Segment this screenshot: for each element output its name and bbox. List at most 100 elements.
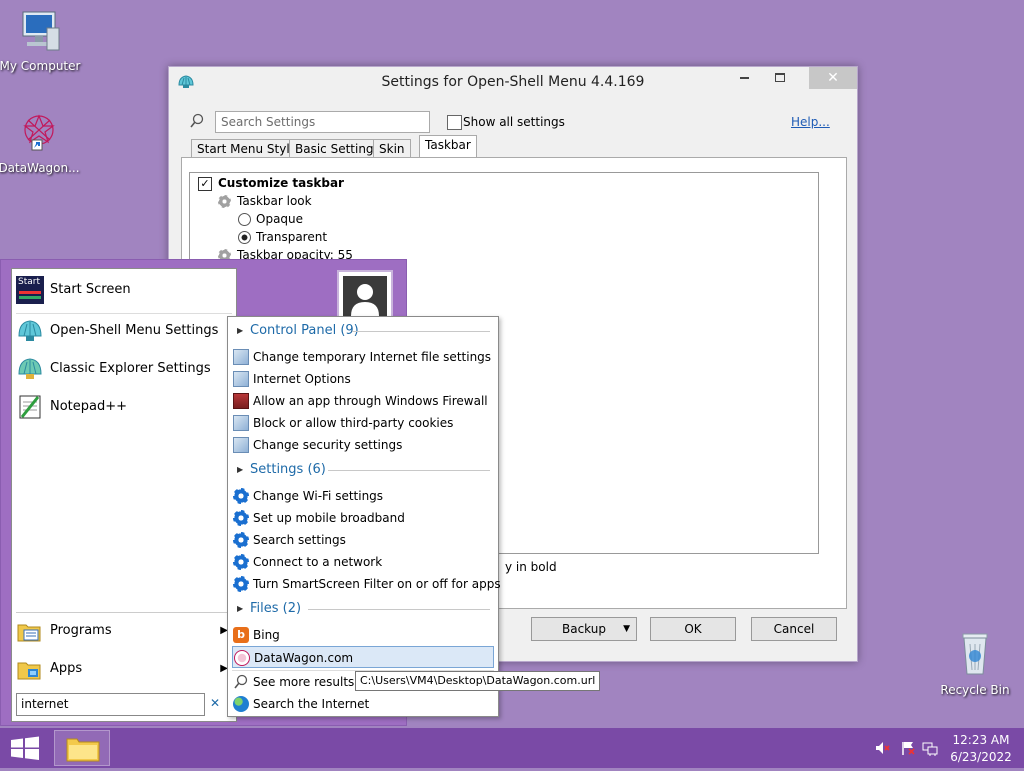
- classic-explorer-icon: [18, 358, 42, 379]
- expand-arrow-icon: ▶: [237, 465, 244, 474]
- start-menu-item-label: Programs: [50, 623, 112, 638]
- clock-time[interactable]: 12:23 AM: [944, 733, 1018, 747]
- result-item[interactable]: Connect to a network: [232, 551, 494, 573]
- start-menu-item-label: Open-Shell Menu Settings: [50, 323, 219, 338]
- files-group-header[interactable]: ▶ Files (2): [232, 598, 494, 620]
- window-title-bar[interactable]: Settings for Open-Shell Menu 4.4.169 ✕: [169, 67, 857, 97]
- gear-icon: [233, 510, 249, 526]
- programs-item[interactable]: Programs ▶: [16, 614, 232, 648]
- result-label: Change security settings: [253, 438, 403, 452]
- settings-group-header[interactable]: ▶ Settings (6): [232, 459, 494, 481]
- minimize-button[interactable]: [729, 67, 759, 89]
- result-label: Change Wi-Fi settings: [253, 489, 384, 503]
- start-tile-text: Start: [18, 277, 40, 287]
- search-settings-input[interactable]: Search Settings: [215, 111, 430, 133]
- result-label: Search the Internet: [253, 697, 370, 711]
- result-label: Set up mobile broadband: [253, 511, 405, 525]
- volume-muted-icon[interactable]: [874, 740, 890, 756]
- result-item[interactable]: Change temporary Internet file settings: [232, 346, 494, 368]
- clear-search-icon[interactable]: ✕: [210, 696, 220, 710]
- transparent-radio[interactable]: [238, 231, 251, 244]
- result-item[interactable]: Turn SmartScreen Filter on or off for ap…: [232, 573, 501, 595]
- cancel-button[interactable]: Cancel: [751, 617, 837, 641]
- network-icon[interactable]: [922, 740, 938, 756]
- start-menu-item-label: Classic Explorer Settings: [50, 361, 211, 376]
- start-menu-item-label: Apps: [50, 661, 83, 676]
- start-screen-icon: Start: [16, 276, 44, 304]
- result-item-selected[interactable]: DataWagon.com: [232, 646, 494, 668]
- result-item[interactable]: Internet Options: [232, 368, 494, 390]
- maximize-icon: [775, 73, 785, 82]
- group-title: Files (2): [250, 601, 302, 616]
- show-all-settings-checkbox[interactable]: [447, 115, 462, 130]
- result-item[interactable]: Set up mobile broadband: [232, 507, 494, 529]
- path-tooltip: C:\Users\VM4\Desktop\DataWagon.com.url: [355, 671, 601, 691]
- windows-logo-icon: [11, 736, 39, 760]
- group-divider: [308, 609, 490, 610]
- start-button[interactable]: [0, 728, 50, 768]
- tab-basic-settings[interactable]: Basic Settings: [289, 139, 386, 158]
- folder-icon: [66, 738, 100, 762]
- close-button[interactable]: ✕: [809, 67, 857, 89]
- result-label: Block or allow third-party cookies: [253, 416, 454, 430]
- recycle-bin-icon: [962, 633, 988, 675]
- open-shell-settings-item[interactable]: Open-Shell Menu Settings: [16, 314, 232, 348]
- control-panel-icon: [233, 371, 249, 387]
- firewall-icon: [233, 393, 249, 409]
- action-center-flag-icon[interactable]: [900, 740, 916, 756]
- expand-arrow-icon: ▶: [237, 604, 244, 613]
- backup-label: Backup: [562, 622, 606, 636]
- start-menu-item-label: Notepad++: [50, 399, 128, 414]
- clock-date[interactable]: 6/23/2022: [944, 750, 1018, 764]
- gear-icon: [218, 195, 231, 208]
- minimize-icon: [739, 76, 749, 79]
- tab-taskbar[interactable]: Taskbar: [419, 135, 477, 159]
- apps-item[interactable]: Apps ▶: [16, 652, 232, 686]
- help-link[interactable]: Help...: [791, 115, 830, 129]
- result-label: Change temporary Internet file settings: [253, 350, 492, 364]
- opaque-radio[interactable]: [238, 213, 251, 226]
- start-menu-item-label: Start Screen: [50, 282, 131, 297]
- apps-icon: [17, 662, 41, 680]
- desktop-icon-my-computer[interactable]: My Computer: [0, 8, 82, 73]
- group-title: Control Panel (9): [250, 323, 359, 338]
- result-label: Allow an app through Windows Firewall: [253, 394, 488, 408]
- result-item[interactable]: b Bing: [232, 624, 494, 646]
- datawagon-icon: [234, 650, 250, 666]
- file-explorer-taskbar-button[interactable]: [54, 730, 110, 766]
- maximize-button[interactable]: [765, 67, 795, 89]
- control-panel-group-header[interactable]: ▶ Control Panel (9): [232, 320, 494, 342]
- customize-taskbar-label: Customize taskbar: [218, 176, 344, 190]
- ok-button[interactable]: OK: [650, 617, 736, 641]
- expand-arrow-icon: ▶: [237, 326, 244, 335]
- taskbar: 12:23 AM 6/23/2022: [0, 728, 1024, 768]
- group-divider: [352, 331, 490, 332]
- desktop-icon-recycle-bin[interactable]: Recycle Bin: [933, 630, 1017, 697]
- search-results-panel: ▶ Control Panel (9) Change temporary Int…: [227, 316, 501, 717]
- tab-start-menu-style[interactable]: Start Menu Style: [191, 139, 304, 158]
- result-label: Turn SmartScreen Filter on or off for ap…: [253, 577, 501, 591]
- opaque-label: Opaque: [256, 212, 304, 226]
- check-icon: ✓: [200, 177, 210, 190]
- result-label: See more results: [253, 675, 355, 689]
- result-item[interactable]: Block or allow third-party cookies: [232, 412, 494, 434]
- start-search-input[interactable]: internet: [16, 693, 205, 716]
- group-divider: [328, 470, 490, 471]
- desktop-icon-label: Recycle Bin: [940, 683, 1010, 697]
- classic-explorer-settings-item[interactable]: Classic Explorer Settings: [16, 352, 232, 386]
- desktop-icon-datawagon[interactable]: DataWagon...: [0, 110, 81, 175]
- result-item[interactable]: Change Wi-Fi settings: [232, 485, 494, 507]
- start-screen-item[interactable]: Start Start Screen: [16, 273, 232, 307]
- group-title: Settings (6): [250, 462, 326, 477]
- globe-icon: [233, 696, 249, 712]
- start-menu-pinned-list: Start Start Screen Open-Shell Menu Setti…: [11, 268, 237, 722]
- bold-note-text: y in bold: [505, 560, 557, 574]
- customize-taskbar-checkbox[interactable]: ✓: [198, 177, 212, 191]
- result-item[interactable]: Allow an app through Windows Firewall: [232, 390, 494, 412]
- result-item[interactable]: Change security settings: [232, 434, 494, 456]
- tab-skin[interactable]: Skin: [373, 139, 411, 158]
- backup-button[interactable]: Backup ▼: [531, 617, 637, 641]
- search-the-internet-item[interactable]: Search the Internet: [232, 693, 494, 715]
- result-item[interactable]: Search settings: [232, 529, 494, 551]
- notepad-plus-plus-item[interactable]: Notepad++: [16, 390, 232, 424]
